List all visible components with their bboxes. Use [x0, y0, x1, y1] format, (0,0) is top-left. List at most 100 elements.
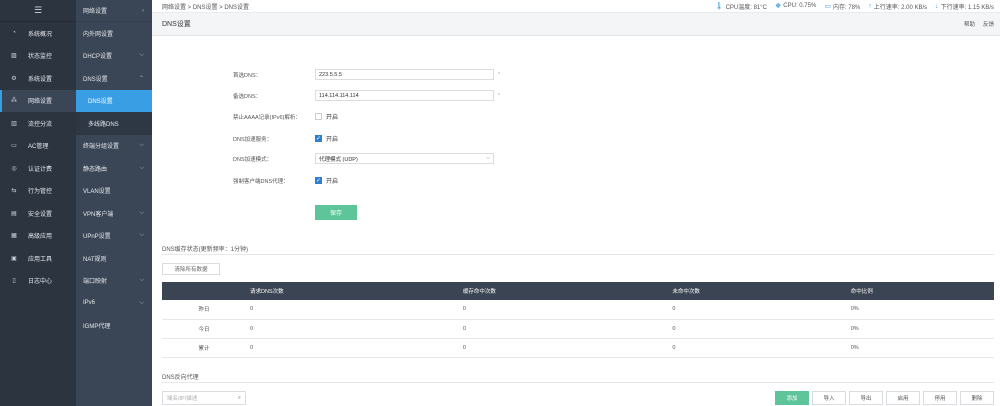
accel-mode-value: 代理模式 (UDP)	[319, 156, 358, 163]
disable-button[interactable]: 停用	[923, 391, 957, 405]
chevron-down-icon: ⌵	[139, 277, 144, 284]
subnav-item-label: NAT规则	[83, 256, 107, 263]
chevron-down-icon: ⌵	[485, 155, 490, 161]
chevron-down-icon: ⌵	[139, 142, 144, 149]
gear-icon: ⚙	[11, 75, 17, 82]
table-cell: 0	[246, 338, 459, 358]
subnav-item-vlan[interactable]: VLAN设置	[76, 180, 152, 203]
subnav-item-ipv6[interactable]: IPv6 ⌵	[76, 292, 152, 315]
sidebar-item-logs[interactable]: ▯ 日志中心	[0, 270, 76, 293]
arrow-down-icon: ↓	[935, 2, 939, 10]
feedback-link[interactable]: 反馈	[983, 20, 994, 28]
menu-toggle-icon[interactable]: ☰	[0, 0, 76, 22]
memory-icon: ▭	[824, 3, 831, 10]
subnav-child-label: 多线路DNS	[88, 121, 119, 128]
sidebar-item-network[interactable]: ⁂ 网络设置	[0, 89, 76, 112]
subnav-child-dns-settings[interactable]: DNS设置	[76, 89, 152, 112]
table-cell: 今日	[162, 319, 246, 339]
sidebar-item-ac[interactable]: ▭ AC管理	[0, 135, 76, 158]
subnav-item-label: DHCP设置	[83, 54, 113, 61]
sidebar-item-advanced[interactable]: ▦ 高级应用	[0, 225, 76, 248]
subnav-item-dhcp[interactable]: DHCP设置 ⌵	[76, 45, 152, 68]
behavior-control-icon: ⇆	[11, 188, 17, 195]
subnav-item-dns[interactable]: DNS设置 ⌃	[76, 67, 152, 90]
primary-sidebar: ☰ ◔ 系统概况 ▨ 状态监控 ⚙ 系统设置 ⁂ 网络设置 ▥ 流控分流 ▭ AC管理 ◎ 认…	[0, 0, 76, 406]
subnav-header-label: 网络设置	[83, 9, 108, 15]
cpu-text: CPU: 0.75%	[783, 3, 817, 9]
breadcrumb: 网络设置 > DNS设置 > DNS设置	[162, 4, 250, 11]
dns-accel-checkbox[interactable]: ✓	[315, 135, 322, 142]
save-button[interactable]: 保存	[315, 205, 357, 220]
sidebar-item-label: 状态监控	[28, 54, 53, 61]
divider	[162, 382, 994, 383]
sidebar-item-label: 流控分流	[28, 121, 53, 128]
chevron-down-icon: ⌵	[139, 299, 144, 306]
reverse-proxy-search-input[interactable]: 域名/IP/描述 ⌕	[162, 391, 246, 405]
app-tools-icon: ▣	[11, 255, 17, 262]
force-proxy-text: 开启	[326, 179, 339, 185]
disable-aaaa-label: 禁止AAAA记录(IPv6)解析：	[233, 114, 301, 121]
subnav-item-label: 内外网设置	[83, 31, 114, 38]
chevron-down-icon: ⌵	[139, 232, 144, 239]
sidebar-item-label: 系统概况	[28, 31, 53, 38]
divider	[162, 254, 994, 255]
cpu-stat: ❖ CPU: 0.75%	[775, 2, 816, 10]
sidebar-item-overview[interactable]: ◔ 系统概况	[0, 22, 76, 45]
subnav-item-label: 端口映射	[83, 279, 108, 286]
subnav-item-vpn-client[interactable]: VPN客户端 ⌵	[76, 202, 152, 225]
subnav-item-lan-wan[interactable]: 内外网设置	[76, 22, 152, 45]
cache-section-title: DNS缓存状态(更新频率：1分钟)	[162, 247, 249, 253]
dns-accel-label: DNS加速服务：	[233, 136, 273, 143]
delete-button[interactable]: 删除	[960, 391, 994, 405]
table-header-cell: 请求DNS次数	[246, 282, 459, 300]
disable-aaaa-text: 开启	[326, 115, 339, 121]
table-row: 累计 0 0 0 0%	[162, 338, 994, 358]
disable-aaaa-checkbox[interactable]	[315, 113, 322, 120]
add-button[interactable]: 添加	[775, 391, 809, 405]
subnav-child-label: DNS设置	[88, 99, 113, 106]
secondary-dns-row: 备选DNS： 114.114.114.114 *	[233, 89, 500, 102]
subnav-item-port-mapping[interactable]: 端口映射 ⌵	[76, 270, 152, 293]
accel-mode-select[interactable]: 代理模式 (UDP) ⌵	[315, 153, 494, 164]
sidebar-item-label: 安全设置	[28, 211, 53, 218]
table-cell: 0	[668, 300, 847, 320]
primary-dns-input[interactable]: 223.5.5.5	[315, 69, 494, 80]
subnav-item-label: IPv6	[83, 300, 96, 307]
sidebar-item-label: 应用工具	[28, 256, 53, 263]
sidebar-item-security[interactable]: ▤ 安全设置	[0, 202, 76, 225]
sidebar-item-behavior[interactable]: ⇆ 行为管控	[0, 180, 76, 203]
cpu-icon: ❖	[775, 3, 782, 10]
table-cell: 0%	[846, 338, 994, 358]
enable-button[interactable]: 启用	[886, 391, 920, 405]
export-button[interactable]: 导出	[849, 391, 883, 405]
accel-mode-label: DNS加速模式：	[233, 156, 273, 163]
subnav-item-igmp[interactable]: IGMP代理	[76, 315, 152, 338]
auth-billing-icon: ◎	[11, 165, 17, 172]
subnav-header[interactable]: 网络设置 ‹	[76, 0, 152, 22]
sidebar-item-status[interactable]: ▨ 状态监控	[0, 45, 76, 68]
search-icon[interactable]: ⌕	[238, 395, 241, 402]
sidebar-item-flow[interactable]: ▥ 流控分流	[0, 112, 76, 135]
sidebar-item-auth[interactable]: ◎ 认证计费	[0, 157, 76, 180]
subnav-item-terminal-group[interactable]: 终端分组设置 ⌵	[76, 135, 152, 158]
ac-manage-icon: ▭	[11, 143, 17, 150]
help-link[interactable]: 帮助	[964, 20, 975, 28]
subnav-item-static-route[interactable]: 静态路由 ⌵	[76, 157, 152, 180]
chevron-left-icon[interactable]: ‹	[142, 8, 144, 14]
dns-accel-row: DNS加速服务： ✓ 开启	[233, 132, 338, 145]
chevron-down-icon: ⌵	[139, 164, 144, 171]
subnav-child-multiline-dns[interactable]: 多线路DNS	[76, 112, 152, 135]
memory-text: 内存: 78%	[832, 4, 861, 11]
table-cell: 0	[246, 319, 459, 339]
sidebar-item-system[interactable]: ⚙ 系统设置	[0, 67, 76, 90]
secondary-dns-input[interactable]: 114.114.114.114	[315, 90, 494, 101]
subnav-item-nat[interactable]: NAT规则	[76, 247, 152, 270]
subnav-item-upnp[interactable]: UPnP设置 ⌵	[76, 225, 152, 248]
clear-all-data-button[interactable]: 清除所有数据	[162, 263, 220, 275]
import-button[interactable]: 导入	[812, 391, 846, 405]
force-proxy-checkbox[interactable]: ✓	[315, 177, 322, 184]
sidebar-item-tools[interactable]: ▣ 应用工具	[0, 247, 76, 270]
page-title: DNS设置	[162, 21, 191, 28]
table-cell: 0	[246, 300, 459, 320]
accel-mode-row: DNS加速模式： 代理模式 (UDP) ⌵	[233, 152, 494, 165]
